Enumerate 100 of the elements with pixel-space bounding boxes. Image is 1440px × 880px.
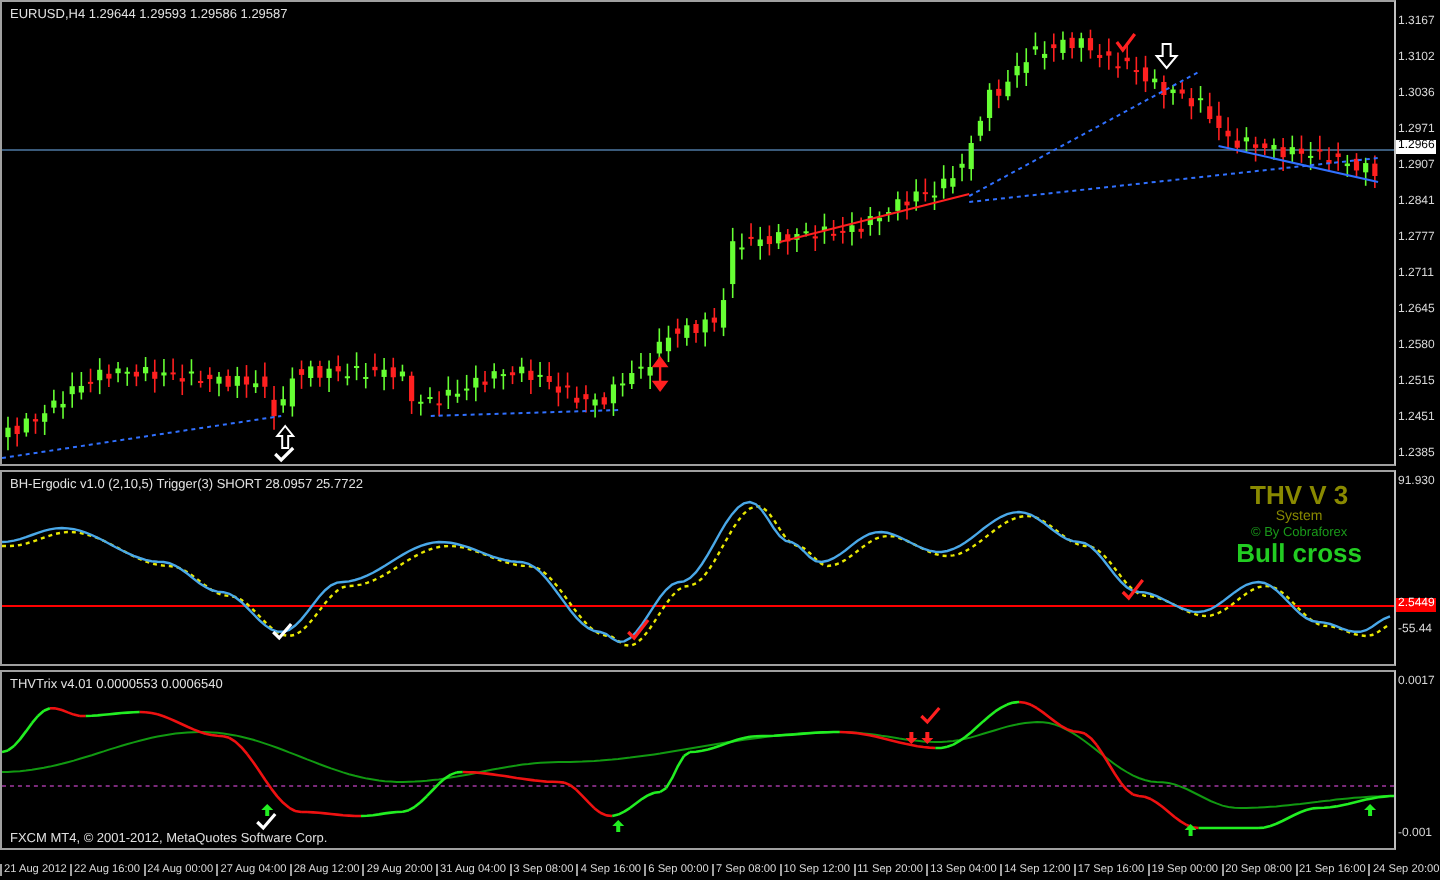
check-mark-icon: [274, 446, 295, 463]
candle: [335, 354, 341, 383]
double-arrow-icon: [651, 356, 668, 392]
candle: [656, 327, 662, 361]
candle: [1262, 138, 1268, 156]
candle: [207, 366, 213, 393]
candle: [179, 363, 185, 396]
candle: [766, 224, 772, 257]
candle: [959, 153, 965, 183]
candle: [1069, 31, 1075, 60]
candle: [78, 371, 84, 401]
candle: [986, 82, 993, 132]
candle: [895, 190, 901, 222]
candle: [1023, 47, 1029, 87]
candle: [1344, 154, 1350, 178]
candle: [757, 226, 763, 261]
candle: [876, 210, 883, 236]
candle: [427, 386, 433, 404]
candle: [748, 222, 754, 247]
candle: [1363, 156, 1369, 187]
candle: [5, 416, 11, 451]
candle: [1124, 42, 1130, 70]
candle: [931, 180, 938, 211]
up-arrow-icon: [275, 424, 296, 449]
candle: [188, 358, 195, 387]
candle: [665, 324, 672, 363]
candle: [794, 227, 800, 253]
candle: [170, 357, 176, 381]
candle: [216, 371, 222, 398]
candle: [1051, 32, 1057, 63]
candle: [1133, 56, 1139, 86]
candle: [922, 177, 928, 203]
candle: [684, 317, 690, 347]
candle: [1253, 135, 1259, 163]
candle: [941, 164, 947, 200]
candle: [812, 224, 818, 252]
check-mark-icon: [920, 706, 941, 725]
candle: [124, 366, 130, 387]
candle: [913, 178, 919, 212]
candle: [702, 311, 708, 348]
candle: [647, 352, 653, 390]
candle: [60, 390, 66, 420]
candle: [51, 388, 57, 415]
candle: [326, 359, 332, 393]
candle: [968, 134, 974, 182]
candle: [583, 384, 589, 414]
candle: [363, 362, 369, 390]
candle: [509, 365, 516, 385]
candle: [253, 369, 259, 394]
candle: [1353, 152, 1360, 178]
candle: [803, 221, 809, 238]
candle: [638, 352, 644, 380]
candle: [776, 223, 782, 250]
candle: [1142, 55, 1149, 93]
candle: [1216, 100, 1222, 142]
candle: [1308, 141, 1314, 171]
candle: [1372, 154, 1378, 189]
candle: [821, 212, 828, 245]
candle: [1170, 84, 1176, 106]
candle: [482, 370, 488, 394]
candle: [1097, 43, 1103, 69]
down-arrow-icon: [905, 732, 934, 744]
candle: [473, 364, 479, 403]
check-mark-icon: [256, 812, 277, 831]
candle: [886, 206, 892, 223]
signal-text: Bull cross: [1236, 540, 1362, 566]
candle: [344, 362, 350, 387]
candle: [1005, 69, 1011, 102]
candle: [555, 371, 561, 408]
candle: [1197, 85, 1204, 114]
candle: [840, 216, 846, 245]
candle: [225, 368, 231, 392]
candle: [996, 78, 1002, 109]
candle: [620, 372, 626, 398]
candle: [528, 358, 534, 395]
candle: [289, 366, 295, 418]
candle: [1335, 141, 1341, 172]
candle: [720, 287, 727, 337]
candle: [711, 307, 717, 333]
candle: [849, 211, 855, 247]
candle: [601, 391, 607, 410]
candle: [271, 385, 277, 431]
candle: [42, 404, 48, 436]
candle: [143, 356, 149, 382]
candle: [574, 385, 580, 410]
up-arrow-icon: [612, 820, 625, 832]
candle: [1188, 87, 1194, 121]
check-mark-icon: [627, 619, 650, 641]
candle: [537, 361, 543, 388]
candle: [399, 363, 406, 382]
candle: [372, 352, 378, 378]
candle: [1161, 74, 1167, 110]
check-mark-icon: [1115, 33, 1137, 53]
candle: [858, 216, 864, 240]
candle: [1298, 134, 1305, 164]
candle: [1060, 30, 1066, 61]
candle: [106, 363, 112, 388]
candle: [1152, 68, 1158, 90]
candle: [904, 190, 910, 221]
candle: [1280, 137, 1286, 172]
